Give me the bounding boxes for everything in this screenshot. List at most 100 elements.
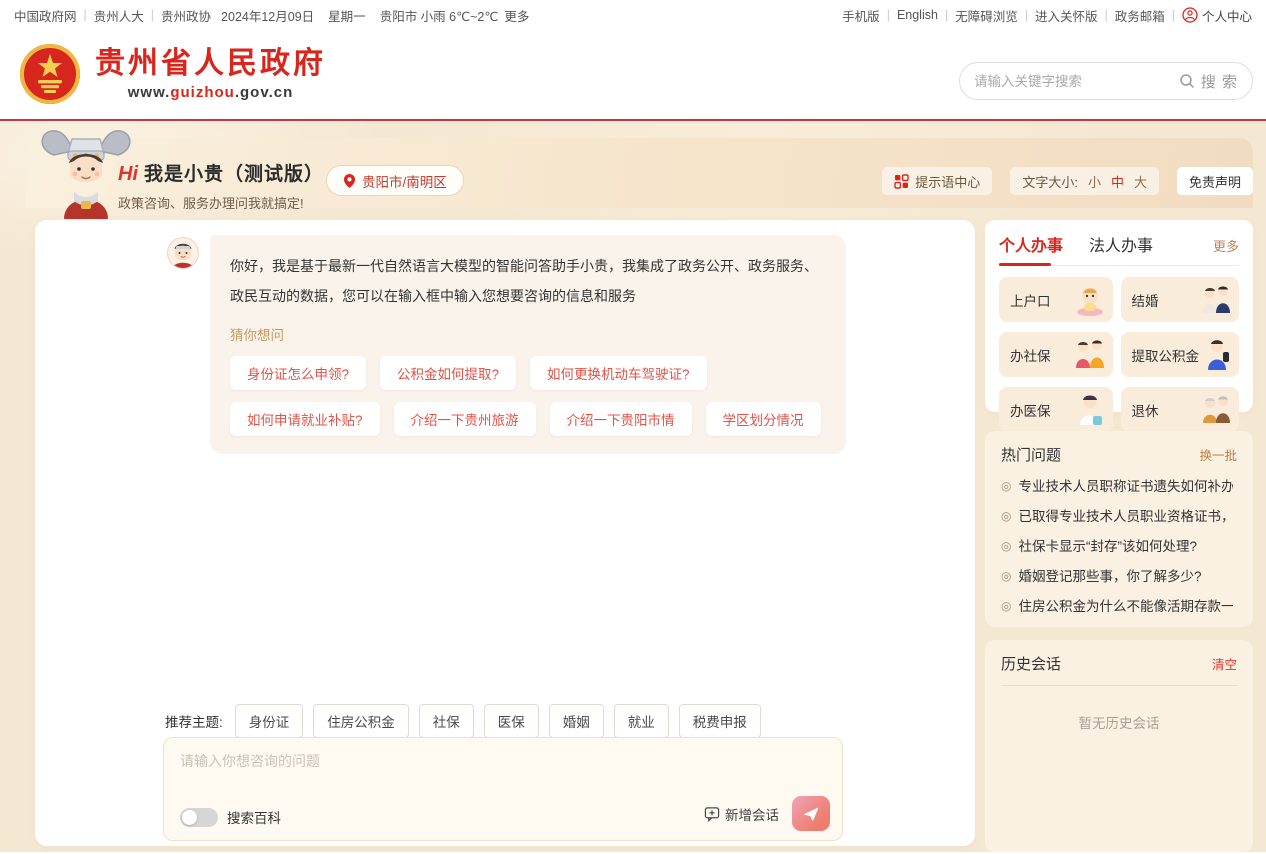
suggestion-chip[interactable]: 公积金如何提取? [380, 356, 516, 390]
service-hukou[interactable]: 上户口 [999, 277, 1113, 322]
location-pin-icon [343, 173, 356, 189]
family-illustration-icon [1071, 336, 1109, 374]
suggestion-chip[interactable]: 身份证怎么申领? [230, 356, 366, 390]
font-size-large[interactable]: 大 [1134, 172, 1147, 191]
service-social-insurance[interactable]: 办社保 [999, 332, 1113, 377]
service-housing-fund[interactable]: 提取公积金 [1121, 332, 1240, 377]
link-zhengxie[interactable]: 贵州政协 [161, 6, 211, 25]
weather-text: 贵阳市 小雨 6℃~2℃ [380, 6, 499, 25]
topic-button[interactable]: 社保 [419, 704, 474, 738]
new-session-label: 新增会话 [725, 804, 779, 824]
link-gov-mail[interactable]: 政务邮箱 [1115, 6, 1165, 25]
search-input[interactable] [974, 74, 1179, 89]
suggestion-chip[interactable]: 如何更换机动车驾驶证? [530, 356, 707, 390]
new-session-button[interactable]: 新增会话 [704, 804, 779, 824]
wiki-toggle-label: 搜索百科 [227, 807, 281, 827]
topbar-right: 手机版 English 无障碍浏览 进入关怀版 政务邮箱 个人中心 [842, 6, 1252, 25]
history-panel: 历史会话 清空 暂无历史会话 [985, 640, 1253, 852]
separator [1025, 8, 1028, 22]
hot-question-text: 专业技术人员职称证书遗失如何补办? [1018, 478, 1233, 495]
service-retirement[interactable]: 退休 [1121, 387, 1240, 432]
greeting-title: 我是小贵（测试版） [144, 159, 324, 186]
service-label: 结婚 [1132, 290, 1159, 310]
topic-button[interactable]: 医保 [484, 704, 539, 738]
banner-controls: 提示语中心 文字大小: 小 中 大 免责声明 [882, 167, 1253, 195]
date-text: 2024年12月09日 [221, 6, 314, 25]
hot-question-item[interactable]: ◎ 专业技术人员职称证书遗失如何补办? [1001, 478, 1237, 495]
url-domain: guizhou [170, 84, 234, 101]
site-logo[interactable]: 贵州省人民政府 www.guizhou.gov.cn [18, 42, 326, 106]
location-selector[interactable]: 贵阳市/南明区 [326, 165, 464, 196]
elderly-couple-illustration-icon [1197, 391, 1235, 429]
paper-plane-icon [802, 805, 820, 823]
divider [1001, 685, 1237, 686]
suggestion-chip[interactable]: 如何申请就业补贴? [230, 402, 380, 436]
history-empty-text: 暂无历史会话 [1001, 712, 1237, 732]
send-button[interactable] [792, 796, 830, 831]
topic-button[interactable]: 婚姻 [549, 704, 604, 738]
topic-button[interactable]: 住房公积金 [313, 704, 409, 738]
service-label: 提取公积金 [1132, 345, 1200, 365]
link-care-version[interactable]: 进入关怀版 [1035, 6, 1098, 25]
hot-question-item[interactable]: ◎ 社保卡显示“封存”该如何处理? [1001, 538, 1237, 555]
weekday-text: 星期一 [328, 6, 366, 25]
link-english[interactable]: English [897, 8, 938, 22]
hot-question-item[interactable]: ◎ 婚姻登记那些事，你了解多少? [1001, 568, 1237, 585]
chat-input[interactable] [180, 751, 740, 791]
site-name: 贵州省人民政府 [95, 47, 326, 81]
prompt-center-button[interactable]: 提示语中心 [882, 167, 992, 195]
bot-message-bubble: 你好，我是基于最新一代自然语言大模型的智能问答助手小贵，我集成了政务公开、政务服… [210, 235, 846, 454]
suggestion-chip[interactable]: 介绍一下贵阳市情 [550, 402, 692, 436]
tab-legal-affairs[interactable]: 法人办事 [1089, 232, 1153, 256]
clear-history-button[interactable]: 清空 [1212, 654, 1237, 673]
page: 中国政府网 贵州人大 贵州政协 2024年12月09日 星期一 贵阳市 小雨 6… [0, 0, 1266, 854]
link-accessibility[interactable]: 无障碍浏览 [955, 6, 1018, 25]
main-area: Hi 我是小贵（测试版） 政策咨询、服务办理问我就搞定! 贵阳市/南明区 提示语… [0, 121, 1266, 852]
services-more-link[interactable]: 更多 [1213, 236, 1239, 255]
service-marriage[interactable]: 结婚 [1121, 277, 1240, 322]
bullet-icon: ◎ [1001, 478, 1011, 495]
topic-button[interactable]: 就业 [614, 704, 669, 738]
hot-question-item[interactable]: ◎ 住房公积金为什么不能像活期存款一样... [1001, 598, 1237, 615]
separator [151, 8, 154, 22]
topic-button[interactable]: 税费申报 [679, 704, 761, 738]
search-wiki-toggle[interactable] [180, 808, 218, 827]
service-medical-insurance[interactable]: 办医保 [999, 387, 1113, 432]
font-size-medium[interactable]: 中 [1111, 172, 1124, 191]
search-button[interactable]: 搜 索 [1179, 71, 1238, 92]
chat-input-box: 搜索百科 新增会话 [163, 737, 843, 841]
bot-avatar [167, 237, 199, 269]
national-emblem-icon [18, 42, 82, 106]
topic-button[interactable]: 身份证 [235, 704, 304, 738]
bullet-icon: ◎ [1001, 538, 1011, 555]
suggestion-chip[interactable]: 介绍一下贵州旅游 [394, 402, 536, 436]
link-mobile[interactable]: 手机版 [842, 6, 880, 25]
user-center-link[interactable]: 个人中心 [1182, 6, 1252, 25]
suggestion-chip[interactable]: 学区划分情况 [706, 402, 821, 436]
refresh-batch-button[interactable]: 换一批 [1199, 445, 1237, 464]
hot-question-text: 住房公积金为什么不能像活期存款一样... [1018, 598, 1233, 615]
hot-question-text: 已取得专业技术人员职业资格证书，还... [1018, 508, 1233, 525]
bullet-icon: ◎ [1001, 598, 1011, 615]
link-gov-cn[interactable]: 中国政府网 [14, 6, 77, 25]
bullet-icon: ◎ [1001, 568, 1011, 585]
hot-question-item[interactable]: ◎ 已取得专业技术人员职业资格证书，还... [1001, 508, 1237, 525]
separator [887, 8, 890, 22]
location-label: 贵阳市/南明区 [362, 171, 447, 191]
font-size-control: 文字大小: 小 中 大 [1010, 167, 1159, 195]
bullet-icon: ◎ [1001, 508, 1011, 525]
url-suffix: .gov.cn [235, 84, 293, 101]
topbar: 中国政府网 贵州人大 贵州政协 2024年12月09日 星期一 贵阳市 小雨 6… [0, 0, 1266, 30]
user-center-label: 个人中心 [1202, 6, 1252, 25]
disclaimer-button[interactable]: 免责声明 [1177, 167, 1253, 195]
tab-personal-affairs[interactable]: 个人办事 [999, 232, 1063, 256]
service-label: 办社保 [1010, 345, 1051, 365]
font-size-label: 文字大小: [1022, 172, 1078, 191]
site-search: 搜 索 [959, 62, 1253, 100]
weather-more-link[interactable]: 更多 [504, 6, 529, 25]
font-size-small[interactable]: 小 [1088, 172, 1101, 191]
link-renda[interactable]: 贵州人大 [94, 6, 144, 25]
services-panel: 个人办事 法人办事 更多 上户口 结婚 [985, 220, 1253, 412]
service-label: 办医保 [1010, 400, 1051, 420]
logo-text: 贵州省人民政府 www.guizhou.gov.cn [95, 47, 326, 101]
